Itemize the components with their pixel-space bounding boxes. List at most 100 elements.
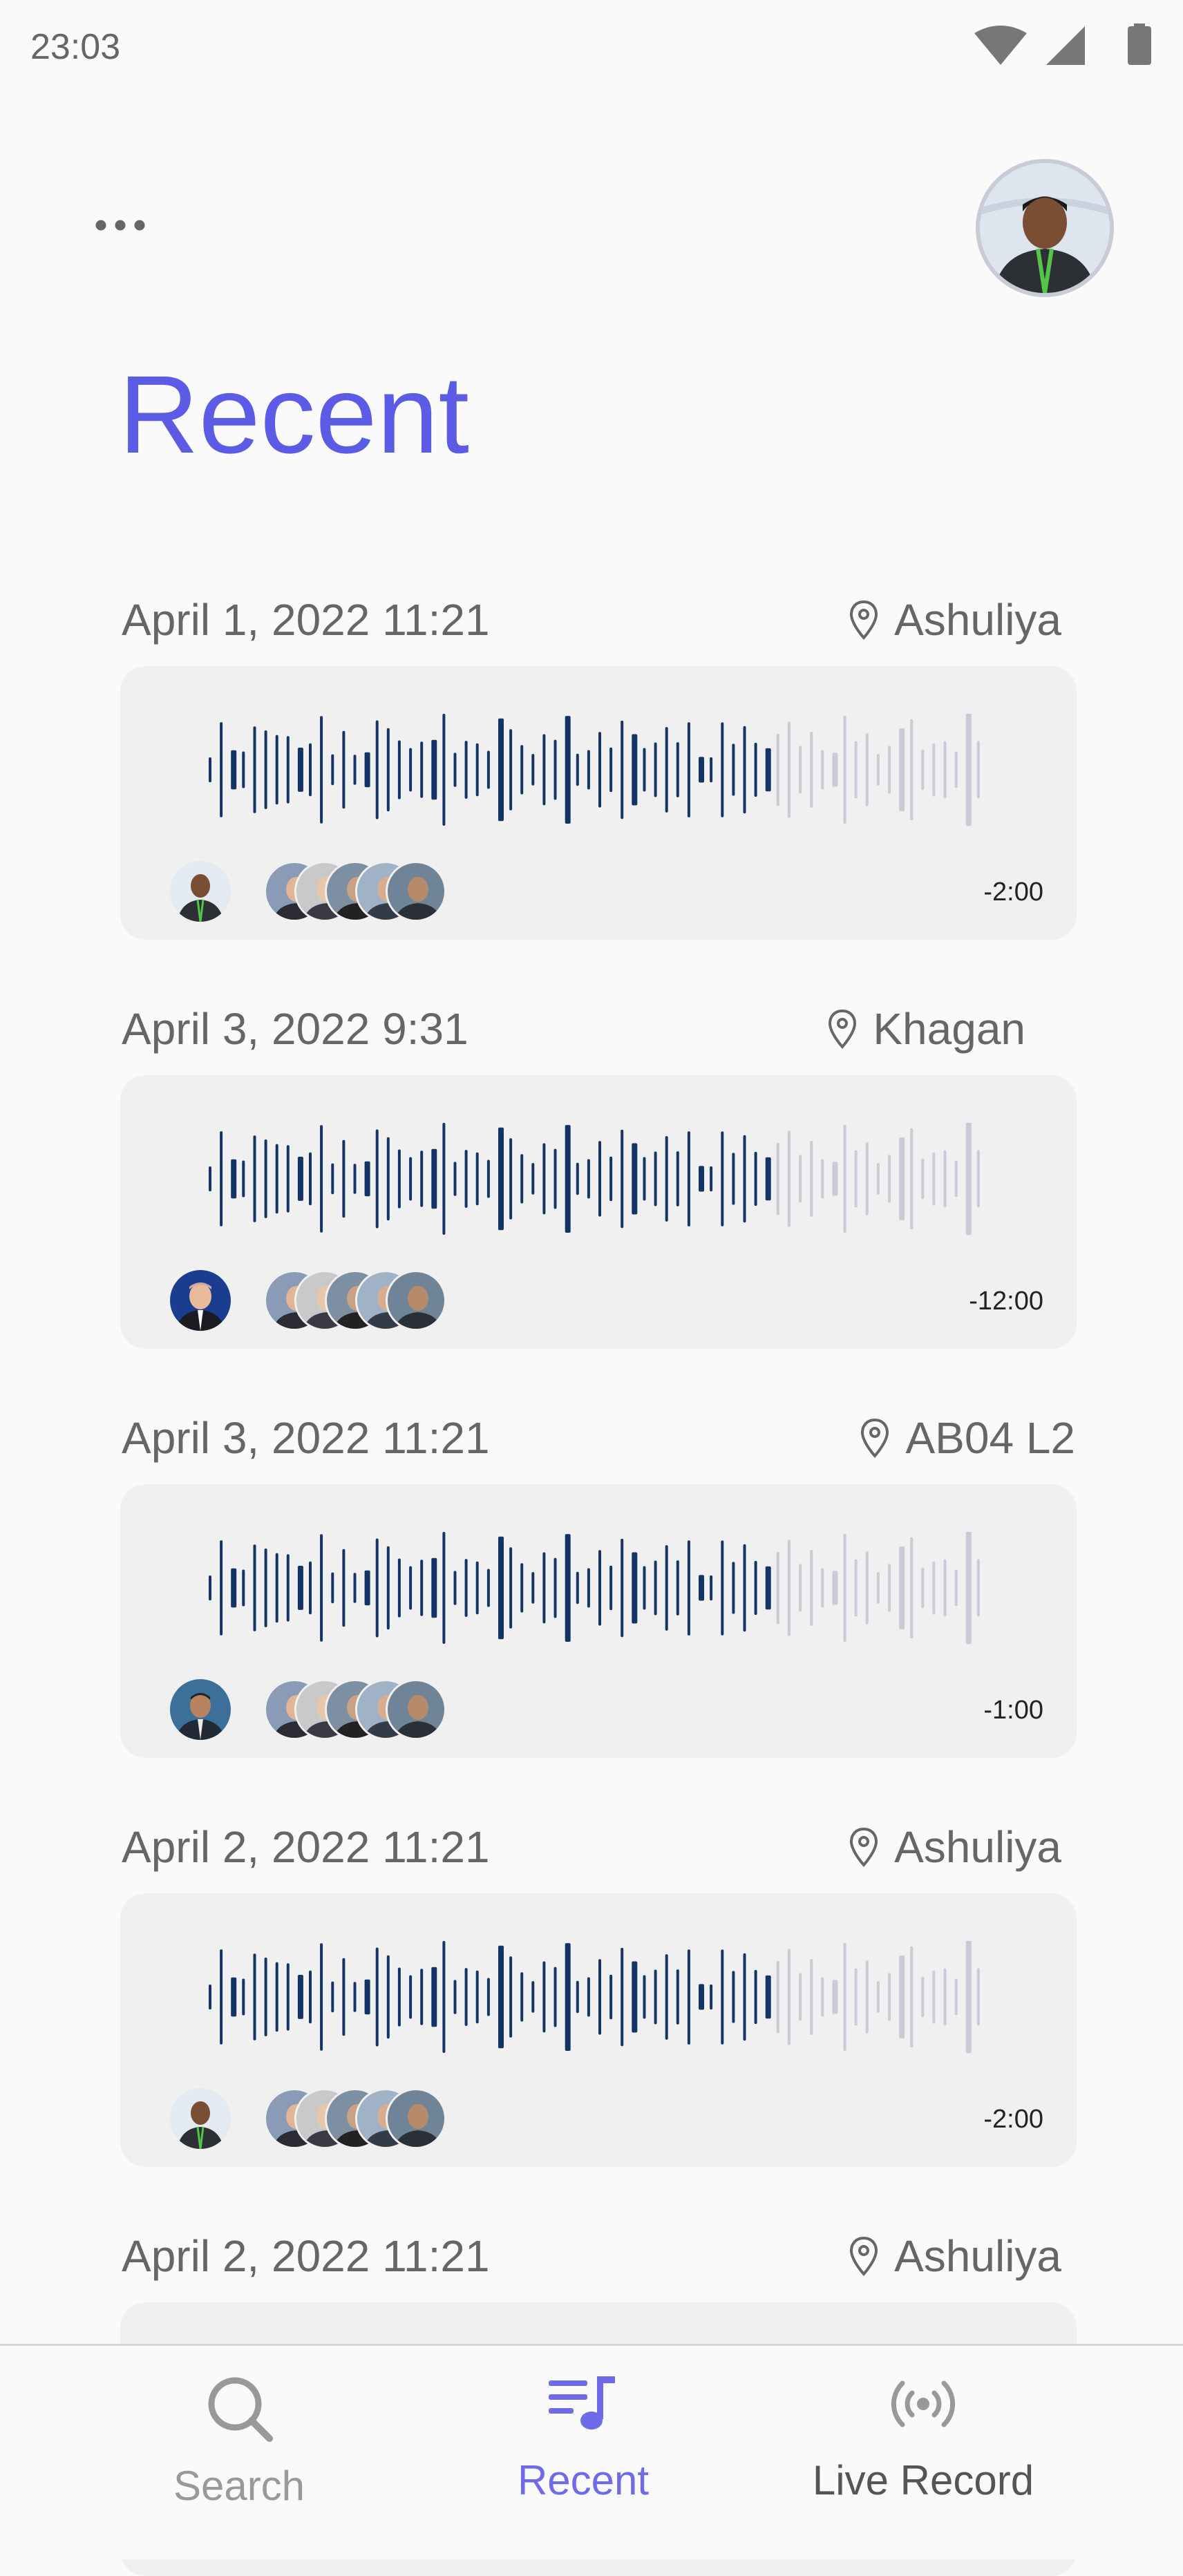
waveform-bar xyxy=(520,745,524,795)
waveform-bar xyxy=(632,1961,638,2033)
audio-waveform[interactable] xyxy=(209,1122,988,1235)
waveform-bar xyxy=(654,742,657,797)
waveform-bar xyxy=(565,716,571,824)
waveform-bar xyxy=(209,1985,211,2010)
waveform-bar xyxy=(386,1546,390,1630)
recording-header: April 3, 2022 11:21 AB04 L2 xyxy=(122,1412,1075,1468)
waveform-bar xyxy=(721,1540,724,1636)
waveform-bar xyxy=(531,754,535,786)
waveform-bar xyxy=(375,720,379,820)
more-options-icon[interactable] xyxy=(94,211,146,239)
waveform-bar xyxy=(242,751,245,788)
waveform-bar xyxy=(799,1564,802,1612)
waveform-bar xyxy=(498,1945,504,2049)
location-pin-icon xyxy=(850,2236,878,2276)
waveform-bar xyxy=(397,1967,401,2027)
waveform-bar xyxy=(297,1566,303,1610)
waveform-bar xyxy=(431,739,437,800)
waveform-bar xyxy=(754,1151,757,1206)
waveform-bar xyxy=(409,748,413,792)
recording-date: April 2, 2022 11:21 xyxy=(122,2231,490,2281)
waveform-bar xyxy=(843,1125,846,1233)
status-time: 23:03 xyxy=(30,27,121,67)
waveform-bar xyxy=(910,1946,914,2048)
waveform-bar xyxy=(587,1977,590,2017)
bottom-navigation: Search Recent Live Record xyxy=(0,2344,1183,2559)
waveform-bar xyxy=(453,1162,457,1196)
recording-location: Ashuliya xyxy=(849,2231,1061,2282)
waveform-bar xyxy=(286,1554,290,1622)
waveform-bar xyxy=(342,1958,346,2036)
waveform-bar xyxy=(442,714,446,826)
waveform-bar xyxy=(320,1534,323,1642)
waveform-bar xyxy=(353,1982,357,2012)
waveform-bar xyxy=(954,1978,958,2016)
waveform-bar xyxy=(676,1151,679,1206)
waveform-bar xyxy=(621,720,624,820)
location-pin-icon xyxy=(861,1418,889,1458)
waveform-bar xyxy=(865,1142,869,1215)
waveform-bar xyxy=(765,748,771,792)
waveform-bar xyxy=(732,744,735,796)
nav-tab-live-record[interactable]: Live Record xyxy=(750,2346,1096,2561)
waveform-bar xyxy=(309,1152,312,1206)
waveform-bar xyxy=(643,1566,646,1610)
waveform-bar xyxy=(821,1977,824,2017)
waveform-bar xyxy=(609,1565,613,1611)
waveform-bar xyxy=(843,1943,846,2051)
waveform-bar xyxy=(231,1568,237,1608)
location-pin-icon xyxy=(850,1827,878,1867)
waveform-bar xyxy=(553,739,557,800)
waveform-bar xyxy=(876,1572,880,1604)
waveform-bar xyxy=(220,1540,223,1636)
waveform-bar xyxy=(976,1150,980,1208)
owner-avatar xyxy=(170,2088,231,2149)
waveform-bar xyxy=(743,726,746,814)
waveform-bar xyxy=(954,751,958,788)
recording-header: April 2, 2022 11:21 Ashuliya xyxy=(122,2231,1061,2286)
waveform-bar xyxy=(275,1962,278,2032)
waveform-bar xyxy=(609,747,613,793)
waveform-bar xyxy=(976,1968,980,2026)
waveform-bar xyxy=(397,1558,401,1618)
waveform-bar xyxy=(954,1569,958,1607)
location-label: Khagan xyxy=(873,1004,1025,1054)
waveform-bar xyxy=(231,750,237,790)
recording-card[interactable]: -1:00 xyxy=(120,1484,1077,1758)
audio-waveform[interactable] xyxy=(209,1531,988,1645)
user-avatar[interactable] xyxy=(976,159,1114,297)
recording-location: Ashuliya xyxy=(849,1821,1061,1873)
waveform-bar xyxy=(220,1131,223,1227)
waveform-bar xyxy=(799,746,802,794)
waveform-bar xyxy=(375,1129,379,1229)
audio-waveform[interactable] xyxy=(209,1940,988,2054)
waveform-bar xyxy=(353,1164,357,1194)
waveform-bar xyxy=(609,1156,613,1202)
recording-card[interactable]: -2:00 xyxy=(120,1893,1077,2167)
waveform-bar xyxy=(475,1152,479,1206)
owner-avatar xyxy=(170,1679,231,1740)
nav-label-search: Search xyxy=(173,2463,305,2509)
waveform-bar xyxy=(420,741,424,798)
waveform-bar xyxy=(397,1149,401,1209)
waveform-bar xyxy=(854,741,858,799)
waveform-bar xyxy=(821,750,824,790)
nav-tab-search[interactable]: Search xyxy=(66,2346,412,2561)
waveform-bar xyxy=(732,1153,735,1205)
waveform-bar xyxy=(353,1573,357,1603)
recording-card[interactable]: -2:00 xyxy=(120,666,1077,940)
waveform-bar xyxy=(943,1559,947,1617)
owner-avatar xyxy=(170,1270,231,1331)
battery-icon xyxy=(1128,26,1151,65)
waveform-bar xyxy=(799,1973,802,2021)
waveform-bar xyxy=(486,1978,490,2016)
nav-tab-recent[interactable]: Recent xyxy=(410,2346,756,2561)
waveform-bar xyxy=(654,1969,657,2025)
recording-card[interactable]: -12:00 xyxy=(120,1075,1077,1349)
waveform-bar xyxy=(431,1148,437,1209)
waveform-bar xyxy=(954,1160,958,1197)
waveform-bar xyxy=(710,1575,713,1601)
waveform-bar xyxy=(220,722,223,817)
audio-waveform[interactable] xyxy=(209,713,988,826)
waveform-bar xyxy=(576,1162,579,1195)
